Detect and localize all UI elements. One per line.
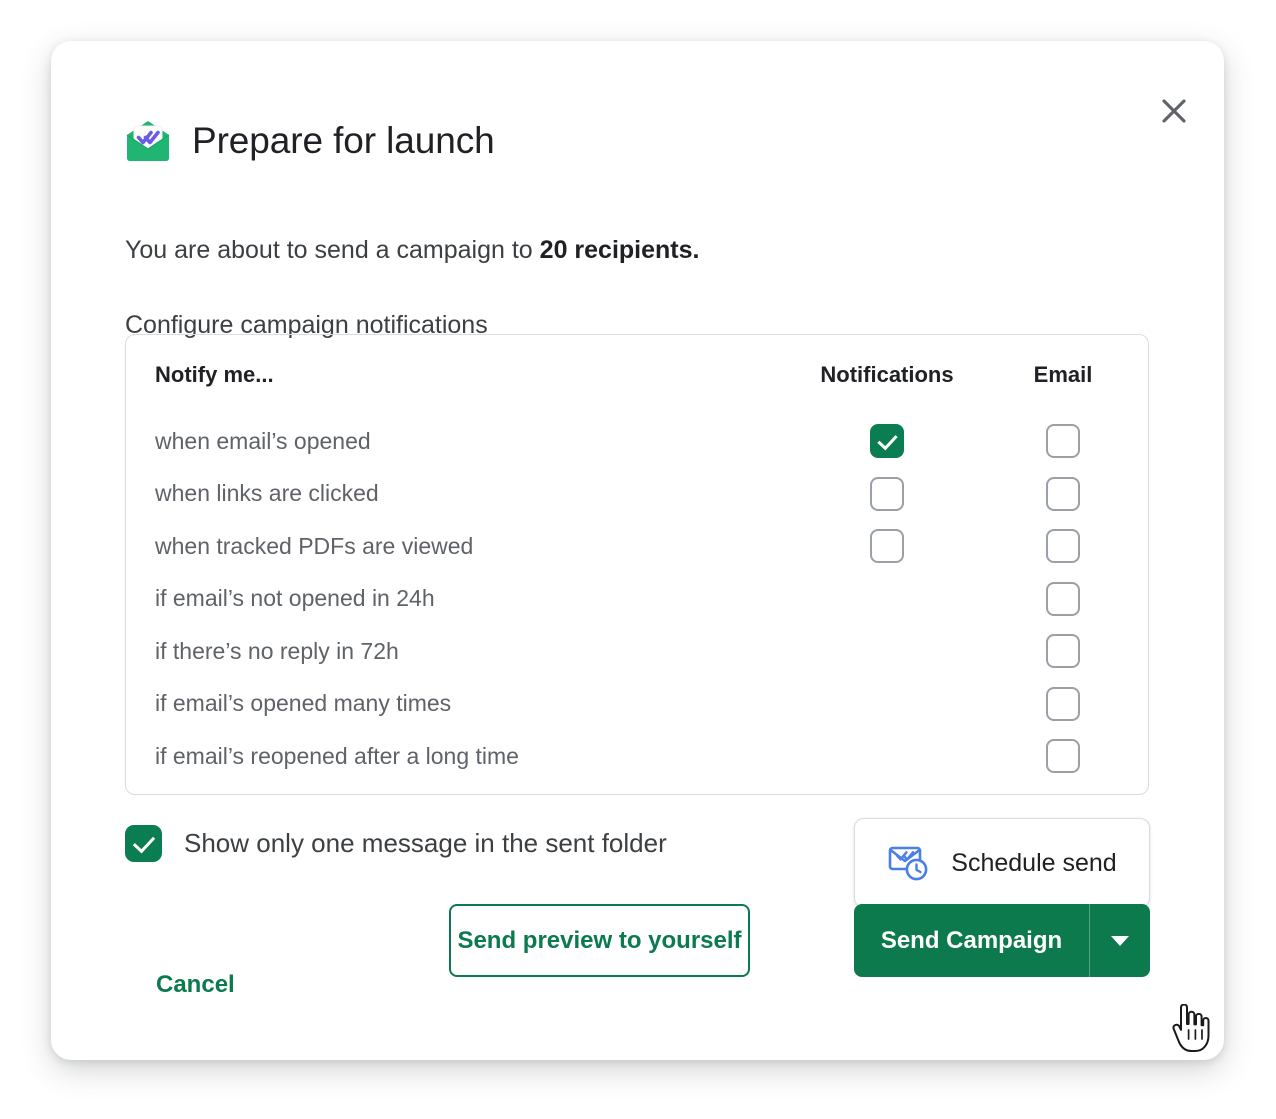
email-checkbox[interactable] (1046, 686, 1080, 721)
email-cell (976, 730, 1150, 783)
send-preview-button[interactable]: Send preview to yourself (449, 904, 750, 977)
table-row: if email’s not opened in 24h (126, 573, 1150, 626)
table-row: when links are clicked (126, 468, 1150, 521)
notification-rows: when email’s opened when links are clicke… (126, 415, 1150, 783)
email-checkbox[interactable] (1046, 529, 1080, 564)
schedule-send-label: Schedule send (951, 848, 1117, 877)
notifications-cell (798, 730, 976, 783)
email-checkbox[interactable] (1046, 424, 1080, 459)
notifications-checkbox[interactable] (870, 476, 904, 511)
notifications-cell (798, 415, 976, 468)
show-one-message-label: Show only one message in the sent folder (184, 828, 667, 858)
pointing-hand-cursor (1171, 1003, 1211, 1052)
close-button[interactable] (1150, 87, 1198, 135)
notifications-cell (798, 468, 976, 521)
envelope-double-check-icon (125, 119, 171, 161)
email-cell (976, 678, 1150, 731)
recipient-summary-prefix: You are about to send a campaign to (125, 236, 540, 264)
table-row: if email’s opened many times (126, 678, 1150, 731)
schedule-send-button[interactable]: Schedule send (854, 818, 1150, 908)
notification-row-label: if email’s reopened after a long time (155, 742, 519, 769)
notification-row-label: if email’s not opened in 24h (155, 585, 435, 612)
send-campaign-label: Send Campaign (880, 926, 1063, 954)
email-cell (976, 625, 1150, 678)
notification-row-label: when tracked PDFs are viewed (155, 532, 474, 559)
notifications-cell (798, 573, 976, 626)
notifications-cell (798, 678, 976, 731)
send-preview-label: Send preview to yourself (457, 926, 742, 954)
column-header-label: Notify me... (155, 362, 274, 387)
email-cell (976, 520, 1150, 573)
email-checkbox[interactable] (1046, 634, 1080, 669)
notification-row-label: if there’s no reply in 72h (155, 637, 399, 664)
notifications-checkbox[interactable] (870, 529, 904, 564)
cancel-button[interactable]: Cancel (156, 971, 235, 999)
notification-row-label: when links are clicked (155, 480, 379, 507)
notification-settings-table: Notify me... Notifications Email when em… (126, 335, 1150, 783)
email-cell (976, 573, 1150, 626)
recipient-count: 20 recipients. (539, 236, 700, 264)
table-header-row: Notify me... Notifications Email (126, 335, 1150, 415)
show-one-message-checkbox[interactable] (125, 825, 162, 862)
email-cell (976, 415, 1150, 468)
notification-row-label: if email’s opened many times (155, 690, 452, 717)
close-icon (1159, 96, 1189, 126)
email-checkbox[interactable] (1046, 476, 1080, 511)
send-campaign-button[interactable]: Send Campaign (854, 904, 1089, 977)
envelope-clock-icon (887, 845, 931, 881)
email-checkbox[interactable] (1046, 739, 1080, 774)
table-row: when tracked PDFs are viewed (126, 520, 1150, 573)
email-checkbox[interactable] (1046, 581, 1080, 616)
email-cell (976, 468, 1150, 521)
recipient-summary: You are about to send a campaign to 20 r… (125, 238, 699, 263)
notifications-cell (798, 520, 976, 573)
table-row: when email’s opened (126, 415, 1150, 468)
table-row: if there’s no reply in 72h (126, 625, 1150, 678)
show-one-message-option[interactable]: Show only one message in the sent folder (125, 825, 667, 862)
dialog-header: Prepare for launch (125, 119, 495, 161)
column-header-email: Email (1033, 362, 1093, 387)
notifications-checkbox[interactable] (870, 424, 904, 459)
column-header-notifications: Notifications (820, 362, 954, 387)
chevron-down-icon (1111, 935, 1129, 946)
page-title: Prepare for launch (192, 119, 495, 161)
send-campaign-dropdown-button[interactable] (1089, 904, 1150, 977)
send-campaign-split-button: Send Campaign (854, 904, 1150, 977)
notification-row-label: when email’s opened (155, 427, 371, 454)
notification-settings-panel: Notify me... Notifications Email when em… (125, 334, 1149, 795)
table-row: if email’s reopened after a long time (126, 730, 1150, 783)
notifications-cell (798, 625, 976, 678)
prepare-for-launch-dialog: Prepare for launch You are about to send… (51, 41, 1224, 1060)
